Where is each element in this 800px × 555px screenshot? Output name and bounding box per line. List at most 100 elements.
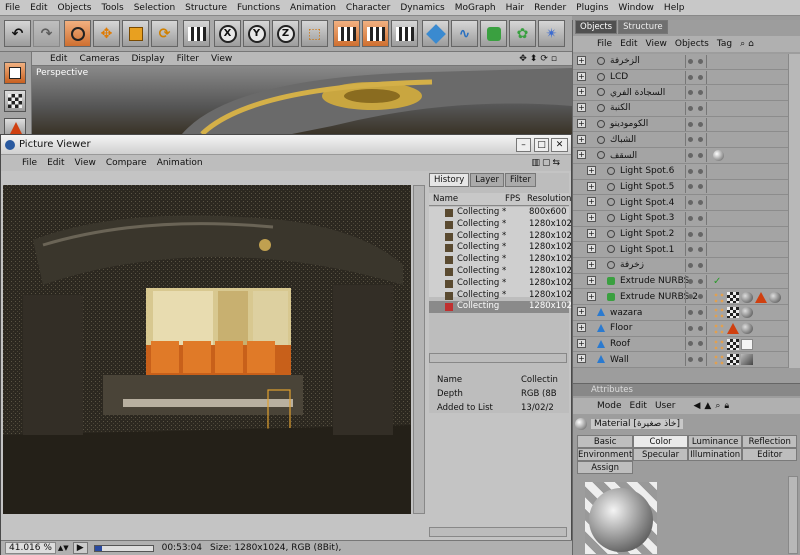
checker-tag-icon[interactable] — [727, 338, 739, 350]
undo-button[interactable]: ↶ — [4, 20, 31, 47]
history-row[interactable]: Collecting * 1280x102 — [429, 278, 572, 290]
object-row[interactable]: + الكومودينو — [573, 117, 800, 133]
model-mode-button[interactable] — [4, 62, 26, 84]
expand-toggle[interactable]: + — [577, 103, 586, 113]
viewport-menu-display[interactable]: Display — [125, 54, 170, 64]
obj-menu-objects[interactable]: Objects — [671, 39, 713, 49]
array-button[interactable]: ✿ — [509, 20, 536, 47]
nurbs-button[interactable] — [480, 20, 507, 47]
object-row[interactable]: + Light Spot.6 — [573, 164, 800, 180]
phong-tag-icon[interactable] — [713, 354, 725, 366]
menu-render[interactable]: Render — [529, 3, 571, 13]
info-hscrollbar[interactable] — [429, 527, 567, 537]
sphere-tag-icon[interactable] — [741, 291, 753, 303]
search-icon[interactable]: ⌕ — [715, 401, 720, 411]
tab-layer[interactable]: Layer — [470, 173, 504, 187]
close-button[interactable]: ✕ — [551, 138, 568, 152]
visibility-dots[interactable] — [685, 149, 707, 163]
x-axis-button[interactable]: X — [214, 20, 241, 47]
phong-tag-icon[interactable] — [713, 322, 725, 334]
menu-selection[interactable]: Selection — [129, 3, 180, 13]
expand-toggle[interactable]: + — [577, 56, 586, 65]
tab-environment[interactable]: Environment — [577, 448, 634, 461]
visibility-dots[interactable] — [685, 196, 707, 210]
history-hscrollbar[interactable] — [429, 353, 567, 363]
up-arrow-icon[interactable]: ▲ — [704, 401, 711, 411]
phong-tag-icon[interactable] — [713, 338, 725, 350]
object-row[interactable]: + الزخرفة — [573, 54, 800, 70]
visibility-dots[interactable] — [685, 164, 707, 178]
expand-toggle[interactable]: + — [577, 354, 586, 364]
visibility-dots[interactable] — [685, 321, 707, 335]
history-row[interactable]: Collecting * 1280x102 — [429, 254, 572, 266]
render-settings-button[interactable] — [391, 20, 418, 47]
menu-structure[interactable]: Structure — [180, 3, 232, 13]
menu-objects[interactable]: Objects — [53, 3, 97, 13]
tab-color[interactable]: Color — [633, 435, 688, 448]
menu-edit[interactable]: Edit — [25, 3, 52, 13]
col-name[interactable]: Name — [433, 194, 458, 204]
perspective-viewport[interactable]: Perspective — [32, 66, 572, 134]
tab-assign[interactable]: Assign — [577, 461, 634, 474]
zoom-field[interactable]: 41.016 % — [5, 542, 56, 554]
col-fps[interactable]: FPS — [505, 194, 520, 204]
obj-menu-tag[interactable]: Tag — [713, 39, 736, 49]
pv-menu-edit[interactable]: Edit — [42, 158, 69, 168]
menu-tools[interactable]: Tools — [97, 3, 129, 13]
expand-toggle[interactable]: + — [577, 338, 586, 348]
visibility-dots[interactable] — [685, 290, 707, 304]
visibility-dots[interactable] — [685, 227, 707, 241]
object-row[interactable]: + Light Spot.3 — [573, 211, 800, 227]
sphere-tag-icon[interactable] — [769, 291, 781, 303]
live-selection-button[interactable] — [64, 20, 91, 47]
object-row[interactable]: + زخرفة — [573, 258, 800, 274]
tab-editor[interactable]: Editor — [742, 448, 797, 461]
checker-tag-icon[interactable] — [727, 354, 739, 366]
expand-toggle[interactable]: + — [587, 228, 596, 238]
tab-filter[interactable]: Filter — [504, 173, 537, 187]
menu-dynamics[interactable]: Dynamics — [395, 3, 449, 13]
z-axis-button[interactable]: Z — [272, 20, 299, 47]
visibility-dots[interactable] — [685, 211, 707, 225]
render-view-button[interactable] — [333, 20, 360, 47]
viewport-menu-view[interactable]: View — [205, 54, 238, 64]
object-row[interactable]: + السجادة الفري — [573, 85, 800, 102]
visibility-dots[interactable] — [685, 258, 707, 272]
expand-toggle[interactable]: + — [587, 244, 596, 254]
scale-button[interactable] — [122, 20, 149, 47]
attr-menu-user[interactable]: User — [651, 401, 680, 411]
expand-toggle[interactable]: + — [587, 260, 596, 270]
sphere-tag-icon[interactable] — [741, 307, 753, 319]
viewport-menu-cameras[interactable]: Cameras — [73, 54, 125, 64]
expand-toggle[interactable]: + — [577, 150, 586, 160]
expand-toggle[interactable]: + — [587, 213, 596, 222]
check-tag-icon[interactable]: ✓ — [713, 276, 725, 287]
pv-layout-icons[interactable]: ▥▢⇆ — [526, 158, 567, 168]
obj-menu-file[interactable]: File — [593, 39, 616, 49]
object-row[interactable]: + wazara — [573, 305, 800, 321]
expand-toggle[interactable]: + — [587, 291, 596, 301]
play-button[interactable]: ▶ — [72, 542, 88, 554]
object-row[interactable]: + الكنبة — [573, 101, 800, 117]
y-axis-button[interactable]: Y — [243, 20, 270, 47]
history-row[interactable]: Collecting * 800x600 — [429, 207, 569, 219]
attr-menu-edit[interactable]: Edit — [626, 401, 651, 411]
move-button[interactable]: ✥ — [93, 20, 120, 47]
phong-tag-icon[interactable] — [713, 307, 725, 319]
expand-toggle[interactable]: + — [577, 322, 586, 332]
tab-illumination[interactable]: Illumination — [687, 448, 743, 461]
cube-button[interactable] — [422, 20, 449, 47]
clapper-button[interactable] — [183, 20, 210, 47]
back-arrow-icon[interactable]: ◀ — [693, 401, 700, 411]
history-row[interactable]: Collecting * 1280x102 — [429, 231, 572, 243]
visibility-dots[interactable] — [685, 133, 707, 147]
rendered-image[interactable] — [3, 185, 411, 514]
menu-character[interactable]: Character — [341, 3, 395, 13]
visibility-dots[interactable] — [685, 86, 707, 100]
deformer-button[interactable]: ✴ — [538, 20, 565, 47]
tab-history[interactable]: History — [429, 173, 470, 187]
menu-window[interactable]: Window — [613, 3, 659, 13]
object-row[interactable]: + Light Spot.5 — [573, 180, 800, 196]
history-row[interactable]: Collecting 1280x102 — [429, 301, 572, 314]
expand-toggle[interactable]: + — [577, 134, 586, 144]
